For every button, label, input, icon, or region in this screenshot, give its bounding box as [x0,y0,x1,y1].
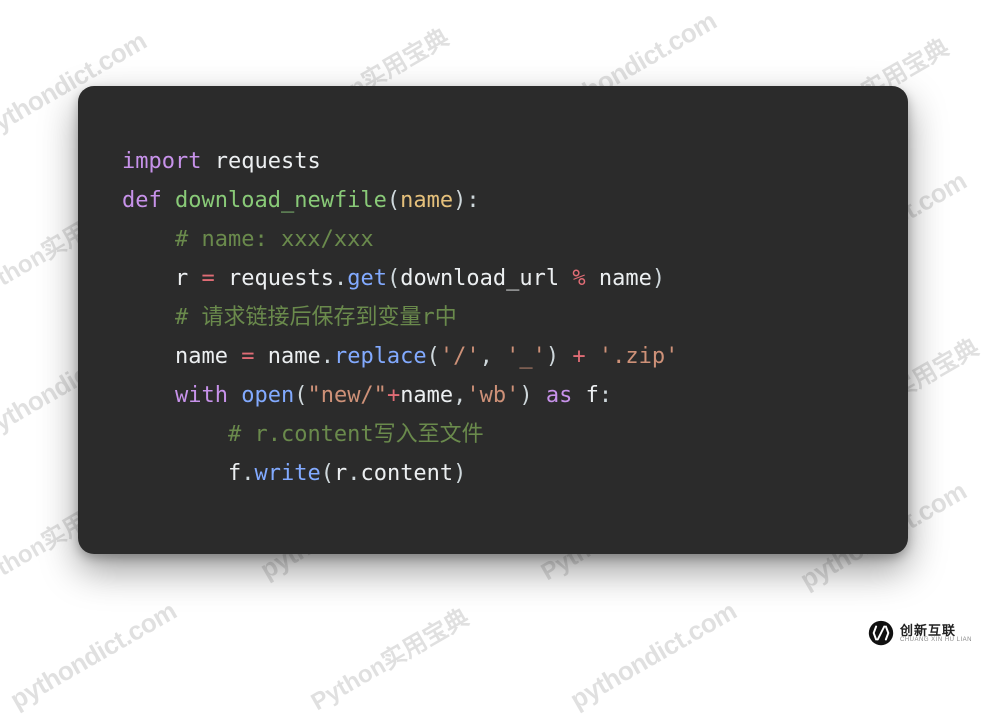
var-f: f [228,461,241,486]
op-eq: = [201,266,214,291]
code-block: import requests def download_newfile(nam… [122,142,864,493]
param-name: name [400,188,453,213]
var-f: f [586,383,599,408]
footer-logo: 创新互联 CHUANG XIN HU LIAN [868,620,972,646]
op-pct: % [572,266,585,291]
string-literal: 'wb' [466,383,519,408]
keyword-def: def [122,188,162,213]
op-plus: + [572,344,585,369]
var-name: name [268,344,321,369]
code-card: import requests def download_newfile(nam… [78,86,908,554]
string-literal: '_' [506,344,546,369]
var-name: name [599,266,652,291]
function-name: download_newfile [175,188,387,213]
var-r: r [334,461,347,486]
string-literal: '.zip' [599,344,678,369]
keyword-as: as [546,383,573,408]
comment-line: # name: xxx/xxx [175,227,374,252]
footer-text-cn: 创新互联 [900,624,972,637]
fn-replace: replace [334,344,427,369]
fn-get: get [347,266,387,291]
comment-line: # r.content写入至文件 [228,422,484,447]
keyword-with: with [175,383,228,408]
keyword-import: import [122,149,201,174]
var-download-url: download_url [400,266,559,291]
var-r: r [175,266,188,291]
comment-line: # 请求链接后保存到变量r中 [175,305,457,330]
op-eq: = [241,344,254,369]
var-name: name [400,383,453,408]
var-name: name [175,344,228,369]
lib-requests: requests [228,266,334,291]
fn-write: write [254,461,320,486]
footer-text-en: CHUANG XIN HU LIAN [900,637,972,643]
fn-open: open [241,383,294,408]
string-literal: '/' [440,344,480,369]
attr-content: content [360,461,453,486]
string-literal: "new/" [307,383,386,408]
module-name: requests [215,149,321,174]
op-plus: + [387,383,400,408]
logo-icon [868,620,894,646]
